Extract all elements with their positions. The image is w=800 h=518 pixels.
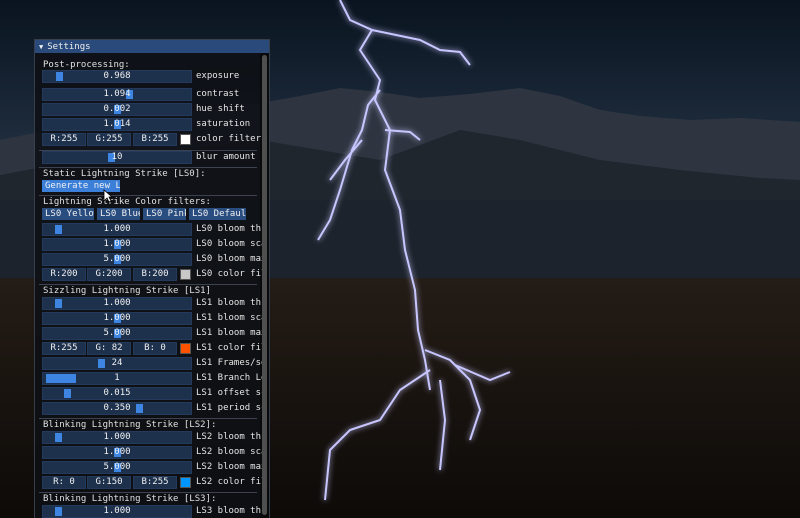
mouse-cursor-icon	[103, 189, 113, 203]
ls1-offset-scale-label: LS1 offset sca	[196, 388, 262, 398]
slider-value: 0.015	[103, 388, 131, 398]
saturation-label: saturation	[196, 119, 251, 129]
color-filter-label: color filter	[196, 134, 262, 144]
ls1-bloom-max-slider[interactable]: 5.000	[42, 327, 192, 340]
section-header: Blinking Lightning Strike [LS2]:	[43, 420, 217, 430]
color-filter-swatch[interactable]	[180, 134, 191, 145]
slider-value: 1.000	[103, 447, 131, 457]
slider-value: 1.000	[103, 432, 131, 442]
ls1-bloom-scale-label: LS1 bloom scal	[196, 313, 262, 323]
slider-value: 1.000	[103, 239, 131, 249]
ls0-bloom-max-label: LS0 bloom max	[196, 254, 262, 264]
slider-value: 1.000	[103, 313, 131, 323]
ls2-bloom-max-slider[interactable]: 5.000	[42, 461, 192, 474]
ls1-color-green[interactable]: G: 82	[87, 342, 131, 355]
slider-value: 0.968	[103, 71, 131, 81]
contrast-label: contrast	[196, 89, 240, 99]
ls0-default-button[interactable]: LS0 Default	[189, 208, 246, 220]
ls1-bloom-max-label: LS1 bloom max	[196, 328, 262, 338]
section-header: Blinking Lightning Strike [LS3]:	[43, 494, 217, 504]
settings-window: ▼ Settings Post-processing: 0.968 exposu…	[34, 39, 270, 518]
slider-value: 1.000	[103, 506, 131, 516]
ls2-bloom-scale-label: LS2 bloom scal	[196, 447, 262, 457]
window-title: Settings	[47, 41, 91, 52]
ls2-bloom-threshold-label: LS2 bloom thre	[196, 432, 262, 442]
slider-value: 1.000	[103, 224, 131, 234]
ls1-period-scale-slider[interactable]: 0.350	[42, 402, 192, 415]
scrollbar-grab[interactable]	[262, 55, 267, 515]
ls2-color-red[interactable]: R: 0	[42, 476, 86, 489]
ls0-bloom-threshold-slider[interactable]: 1.000	[42, 223, 192, 236]
ls0-color-swatch[interactable]	[180, 269, 191, 280]
ls3-bloom-threshold-slider[interactable]: 1.000	[42, 505, 192, 518]
ls1-color-filter-label: LS1 color fil	[196, 343, 262, 353]
ls0-yellow-button[interactable]: LS0 Yellow	[42, 208, 94, 220]
exposure-slider[interactable]: 0.968	[42, 70, 192, 83]
slider-value: 24	[111, 358, 123, 368]
settings-content: Post-processing: 0.968 exposure 1.094 co…	[35, 53, 262, 518]
saturation-slider[interactable]: 1.014	[42, 118, 192, 131]
slider-value: 10	[111, 152, 123, 162]
slider-value: 0.350	[103, 403, 131, 413]
ls0-bloom-threshold-label: LS0 bloom thre	[196, 224, 262, 234]
ls0-color-blue[interactable]: B:200	[133, 268, 177, 281]
ls0-bloom-max-slider[interactable]: 5.000	[42, 253, 192, 266]
ls1-offset-scale-slider[interactable]: 0.015	[42, 387, 192, 400]
slider-value: 5.000	[103, 254, 131, 264]
window-titlebar[interactable]: ▼ Settings	[35, 40, 269, 53]
ls0-bloom-scale-slider[interactable]: 1.000	[42, 238, 192, 251]
color-filter-blue[interactable]: B:255	[133, 133, 177, 146]
blur-amount-slider[interactable]: 10	[42, 151, 192, 164]
ls2-bloom-max-label: LS2 bloom max	[196, 462, 262, 472]
ls0-blue-button[interactable]: LS0 Blue	[97, 208, 140, 220]
ls1-branch-level-slider[interactable]: 1	[42, 372, 192, 385]
slider-value: 5.000	[103, 462, 131, 472]
ls1-bloom-scale-slider[interactable]: 1.000	[42, 312, 192, 325]
hue-shift-label: hue shift	[196, 104, 245, 114]
color-filter-green[interactable]: G:255	[87, 133, 131, 146]
ls1-color-swatch[interactable]	[180, 343, 191, 354]
collapse-arrow-icon[interactable]: ▼	[39, 43, 43, 51]
ls0-pink-button[interactable]: LS0 Pink	[143, 208, 186, 220]
ls2-bloom-threshold-slider[interactable]: 1.000	[42, 431, 192, 444]
ls1-color-red[interactable]: R:255	[42, 342, 86, 355]
slider-value: 1.000	[103, 298, 131, 308]
blur-amount-label: blur amount	[196, 152, 256, 162]
ls1-color-blue[interactable]: B: 0	[133, 342, 177, 355]
contrast-slider[interactable]: 1.094	[42, 88, 192, 101]
slider-value: 0.002	[103, 104, 131, 114]
section-header: Sizzling Lightning Strike [LS1]	[43, 286, 211, 296]
hue-shift-slider[interactable]: 0.002	[42, 103, 192, 116]
ls2-color-filter-label: LS2 color fil	[196, 477, 262, 487]
slider-value: 1.094	[103, 89, 131, 99]
ls0-bloom-scale-label: LS0 bloom scal	[196, 239, 262, 249]
ls1-bloom-threshold-slider[interactable]: 1.000	[42, 297, 192, 310]
ls1-frames-label: LS1 Frames/sec	[196, 358, 262, 368]
ls0-color-green[interactable]: G:200	[87, 268, 131, 281]
exposure-label: exposure	[196, 71, 240, 81]
color-filter-red[interactable]: R:255	[42, 133, 86, 146]
ls0-color-red[interactable]: R:200	[42, 268, 86, 281]
ls1-period-scale-label: LS1 period sca	[196, 403, 262, 413]
ls2-bloom-scale-slider[interactable]: 1.000	[42, 446, 192, 459]
ls1-branch-level-label: LS1 Branch Lev	[196, 373, 262, 383]
section-header: Lightning Strike Color filters:	[43, 197, 211, 207]
ls1-bloom-threshold-label: LS1 bloom thre	[196, 298, 262, 308]
slider-value: 5.000	[103, 328, 131, 338]
ls0-color-filter-label: LS0 color filt	[196, 269, 262, 279]
section-header: Static Lightning Strike [LS0]:	[43, 169, 206, 179]
ls1-frames-slider[interactable]: 24	[42, 357, 192, 370]
slider-value: 1.014	[103, 119, 131, 129]
ls2-color-blue[interactable]: B:255	[133, 476, 177, 489]
ls3-bloom-threshold-label: LS3 bloom thre	[196, 506, 262, 516]
ls2-color-green[interactable]: G:150	[87, 476, 131, 489]
ls2-color-swatch[interactable]	[180, 477, 191, 488]
slider-value: 1	[114, 373, 120, 383]
